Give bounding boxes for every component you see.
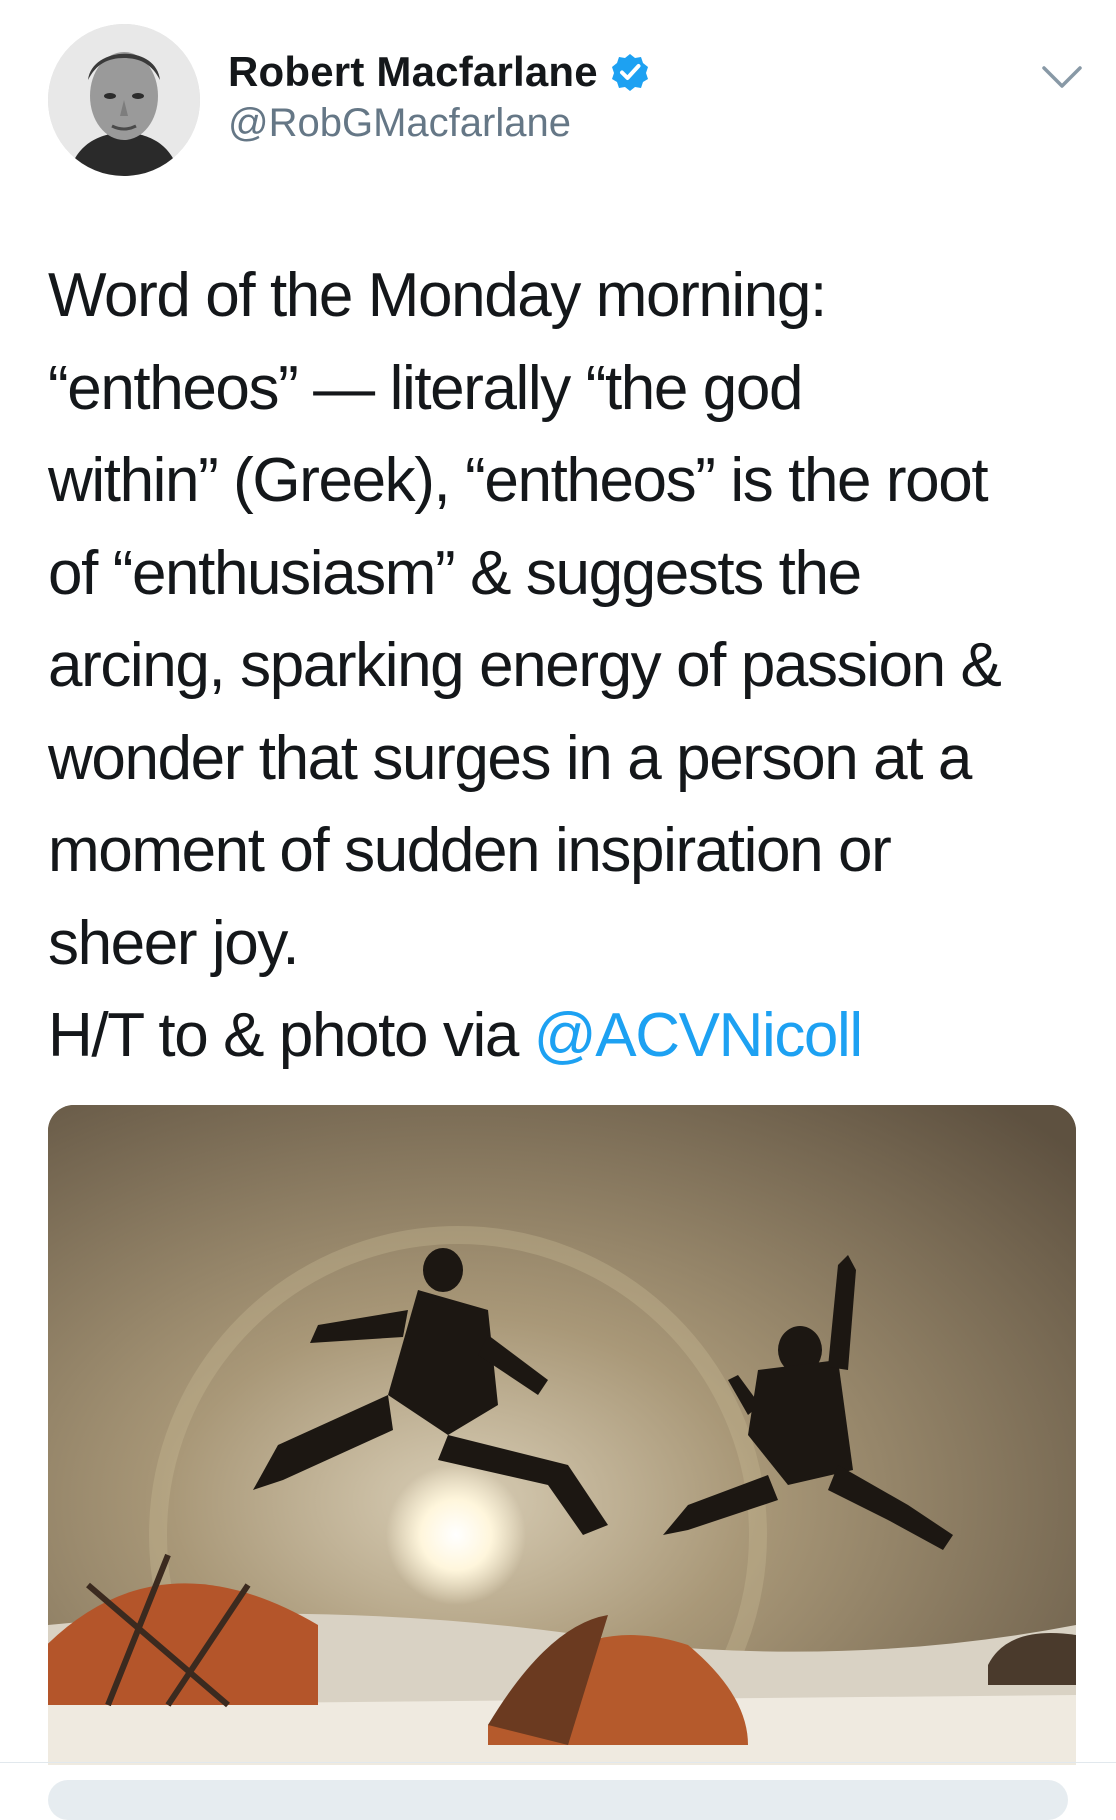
tweet-photo[interactable] — [48, 1105, 1076, 1765]
reply-bar[interactable] — [48, 1780, 1068, 1820]
author-display-name[interactable]: Robert Macfarlane — [228, 48, 598, 96]
tweet-text-line: arcing, sparking energy of passion & — [48, 631, 1002, 700]
verified-badge-icon — [610, 52, 650, 92]
tweet-text-line: within” (Greek), “entheos” is the root — [48, 446, 989, 515]
author-handle[interactable]: @RobGMacfarlane — [228, 101, 571, 146]
tweet-text-last-line: H/T to & photo via @ACVNicoll — [48, 990, 1078, 1083]
divider — [0, 1762, 1116, 1763]
tweet-text-line: moment of sudden inspiration or — [48, 816, 892, 885]
tweet-card: Robert Macfarlane @RobGMacfarlane Word o… — [0, 0, 1116, 1820]
tweet-text-line: wonder that surges in a person at a — [48, 723, 972, 793]
mention-link[interactable]: @ACVNicoll — [534, 1001, 863, 1070]
tweet-text-line: “entheos” — literally “the god — [48, 353, 803, 423]
avatar-portrait — [48, 24, 200, 176]
tweet-text-prefix: H/T to & photo via — [48, 1001, 534, 1070]
tweet-text-line: of “enthusiasm” & suggests the — [48, 538, 862, 608]
tweet-text-line: Word of the Monday morning: — [48, 261, 827, 330]
chevron-down-icon[interactable] — [1040, 62, 1084, 92]
tweet-text-line: sheer joy. — [48, 908, 300, 978]
avatar[interactable] — [48, 24, 200, 176]
jumping-people-photo — [48, 1105, 1076, 1765]
author-name-row: Robert Macfarlane — [228, 48, 650, 96]
tweet-text: Word of the Monday morning: “entheos” — … — [48, 250, 1078, 1083]
